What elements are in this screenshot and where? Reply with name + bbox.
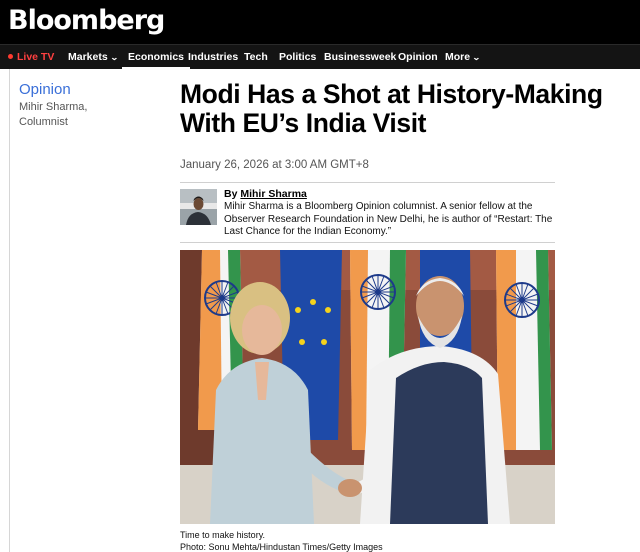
live-dot-icon — [8, 54, 13, 59]
nav-live-tv[interactable]: Live TV — [8, 45, 54, 70]
nav-businessweek[interactable]: Businessweek — [324, 45, 396, 70]
nav-tech[interactable]: Tech — [244, 45, 268, 70]
author-avatar[interactable] — [180, 189, 217, 225]
bloomberg-logo[interactable]: Bloomberg — [8, 2, 165, 40]
nav-more[interactable]: More ⌄ — [445, 45, 481, 70]
divider — [180, 182, 555, 183]
section-label[interactable]: Opinion — [19, 81, 71, 98]
top-bar: Bloomberg — [0, 0, 640, 44]
author-bio: Mihir Sharma is a Bloomberg Opinion colu… — [224, 201, 553, 238]
divider — [180, 242, 555, 243]
nav-markets[interactable]: Markets ⌄ — [68, 45, 119, 70]
main-nav: Live TV Markets ⌄ Economics Industries Te… — [0, 44, 640, 70]
sidebar-divider — [9, 69, 10, 552]
nav-economics[interactable]: Economics — [122, 45, 191, 70]
chevron-down-icon: ⌄ — [472, 53, 481, 62]
lead-photo — [180, 250, 555, 524]
byline: By Mihir Sharma — [224, 188, 307, 200]
nav-opinion[interactable]: Opinion — [398, 45, 438, 70]
nav-industries[interactable]: Industries — [188, 45, 238, 70]
article-headline: Modi Has a Shot at History-Making With E… — [180, 79, 603, 138]
author-link[interactable]: Mihir Sharma — [240, 188, 307, 200]
chevron-down-icon: ⌄ — [109, 53, 119, 62]
article-date: January 26, 2026 at 3:00 AM GMT+8 — [180, 159, 369, 171]
photo-caption: Time to make history. Photo: Sonu Mehta/… — [180, 530, 383, 552]
nav-politics[interactable]: Politics — [279, 45, 316, 70]
photo-credit: Photo: Sonu Mehta/Hindustan Times/Getty … — [180, 541, 383, 552]
sidebar-author: Mihir Sharma, Columnist — [19, 101, 88, 128]
